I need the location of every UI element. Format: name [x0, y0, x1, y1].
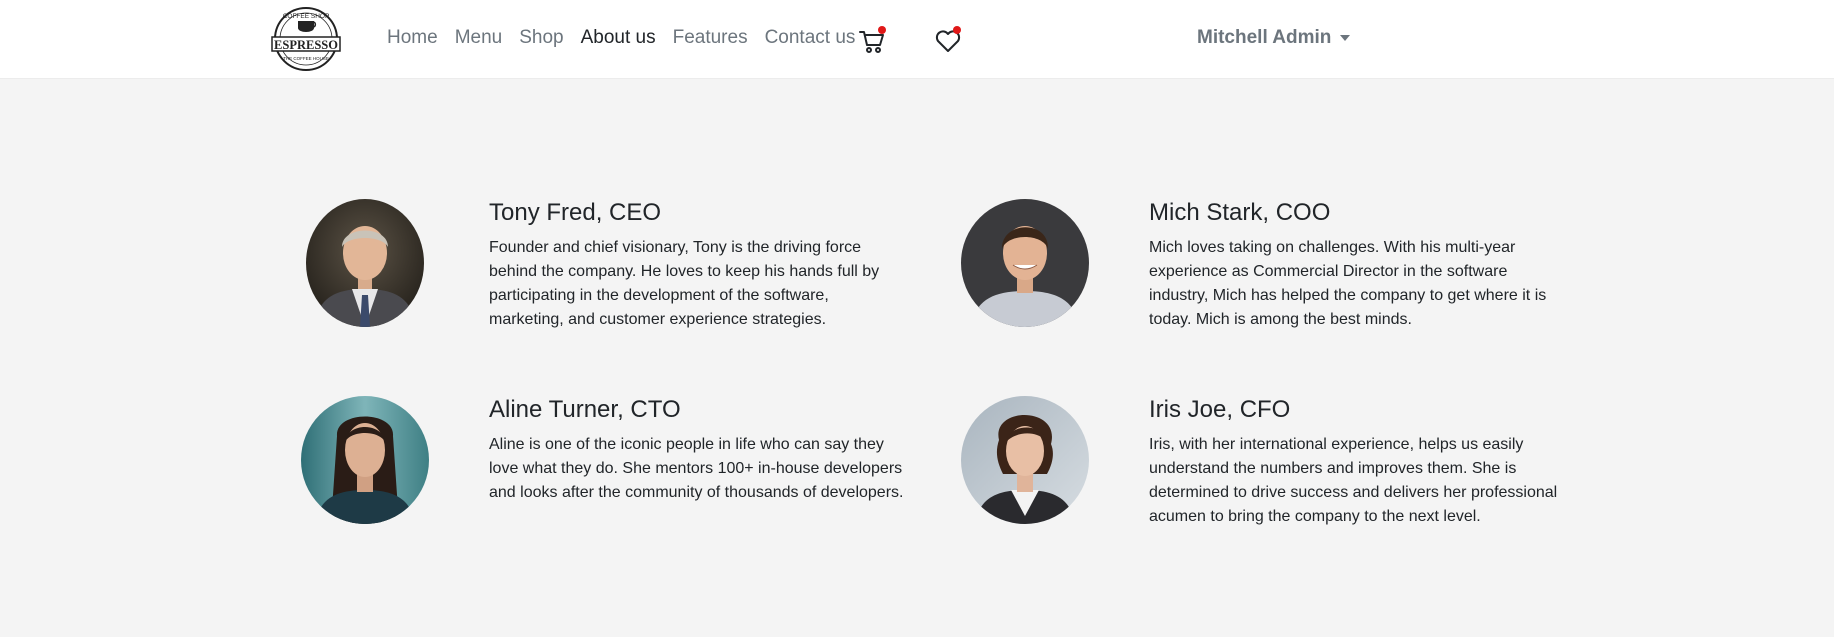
chevron-down-icon [1340, 35, 1351, 41]
navbar: COFFEE SHOP ESPRESSO THE COFFEE HOUSE Ho… [0, 0, 1834, 79]
nav-about-us-link[interactable]: About us [581, 26, 656, 50]
wishlist-button[interactable] [931, 24, 965, 58]
avatar [306, 199, 424, 327]
user-name: Mitchell Admin [1197, 27, 1332, 48]
member-bio: Iris, with her international experience,… [1149, 436, 1558, 525]
member-name: Tony Fred, CEO [489, 199, 662, 226]
wishlist-badge [953, 26, 961, 34]
member-bio: Aline is one of the iconic people in lif… [489, 436, 904, 501]
member-name: Mich Stark, COO [1149, 199, 1331, 226]
nav-contact-us-link[interactable]: Contact us [765, 26, 856, 50]
logo-bottom-text: THE COFFEE HOUSE [283, 56, 329, 61]
nav-menu-link[interactable]: Menu [455, 26, 503, 50]
cart-button[interactable] [856, 24, 890, 58]
avatar [961, 199, 1089, 327]
nav-shop-link[interactable]: Shop [519, 26, 563, 50]
nav-home-link[interactable]: Home [387, 26, 438, 50]
logo-top-text: COFFEE SHOP [283, 13, 330, 20]
member-bio: Founder and chief visionary, Tony is the… [489, 239, 880, 328]
member-name: Aline Turner, CTO [489, 396, 681, 423]
avatar [301, 396, 429, 524]
avatar [961, 396, 1089, 524]
cart-badge [878, 26, 886, 34]
main-nav: Home Menu Shop About us Features Contact… [387, 26, 872, 50]
user-dropdown[interactable]: Mitchell Admin [1197, 26, 1351, 50]
logo-main-text: ESPRESSO [274, 38, 338, 52]
member-name: Iris Joe, CFO [1149, 396, 1291, 423]
nav-features-link[interactable]: Features [673, 26, 748, 50]
espresso-logo[interactable]: COFFEE SHOP ESPRESSO THE COFFEE HOUSE [268, 6, 344, 72]
member-bio: Mich loves taking on challenges. With hi… [1149, 239, 1547, 328]
